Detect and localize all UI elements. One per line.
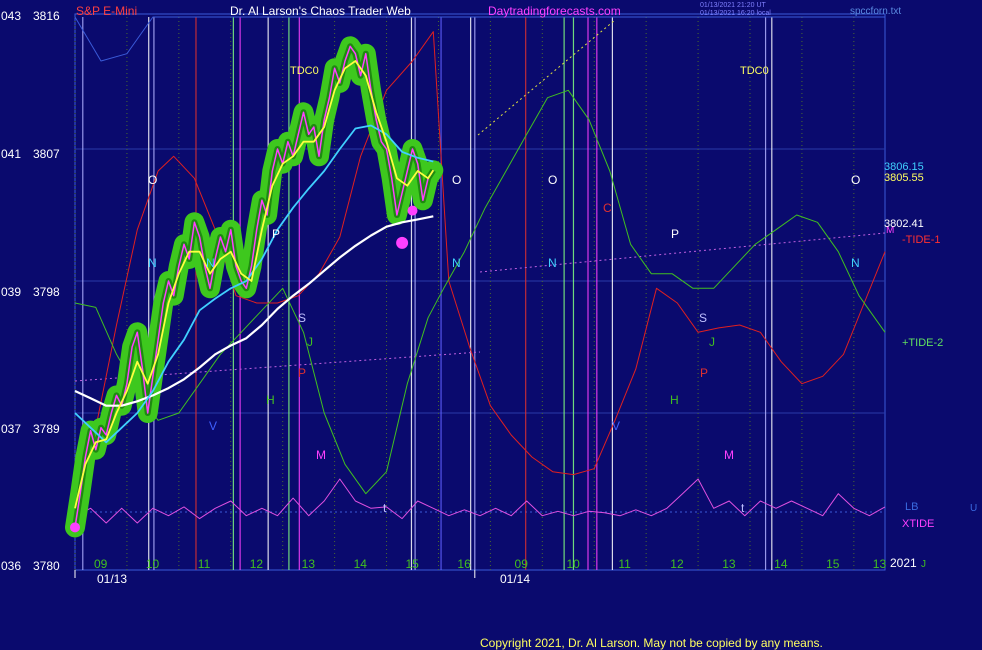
y-code-label: 041	[1, 147, 21, 161]
chart-marker-v: V	[209, 419, 217, 433]
chart-marker-m: M	[724, 448, 734, 462]
chart-marker-n: N	[851, 256, 860, 270]
y-price-label: 3816	[33, 9, 60, 23]
date-label-day2: 01/14	[500, 572, 530, 586]
legend-xtide: XTIDE	[902, 518, 934, 530]
chart-marker-p: P	[671, 227, 679, 241]
chart-marker-n: N	[148, 256, 157, 270]
chart-background	[0, 0, 982, 650]
start-dot	[70, 522, 80, 533]
x-hour-tick: 09	[515, 557, 529, 571]
x-hour-tick: 11	[618, 557, 631, 571]
x-hour-tick: 13	[722, 557, 736, 571]
x-hour-tick: 10	[566, 557, 580, 571]
instrument-label: S&P E-Mini	[76, 4, 137, 18]
timestamp-ut: 01/13/2021 21:20 UT	[700, 2, 766, 9]
chaos-trader-chart: TDC0 TDC0O O O ON N N NNP PP PS SH HJ JM MCV Vt t S&P E…	[0, 0, 982, 650]
chart-marker-n: N	[548, 256, 557, 270]
y-price-label: 3807	[33, 147, 60, 161]
x-hour-tick: 15	[826, 557, 840, 571]
edge-marker-j: J	[921, 559, 926, 570]
chart-marker-h: H	[670, 393, 679, 407]
x-hour-tick: 15	[406, 557, 420, 571]
chart-marker-tdc0: TDC0	[290, 65, 319, 77]
x-hour-tick: 12	[250, 557, 264, 571]
legend-tide2: +TIDE-2	[902, 337, 943, 349]
x-hour-tick: 09	[94, 557, 108, 571]
chart-marker-o: O	[148, 173, 157, 187]
data-file-name: spccforn.txt	[850, 6, 901, 17]
chart-marker-j: J	[709, 335, 715, 349]
pink-dot	[407, 205, 418, 216]
last-price-fast: 3805.55	[884, 172, 924, 184]
y-price-label: 3789	[33, 422, 60, 436]
edge-marker-u: U	[970, 503, 977, 514]
chart-marker-o: O	[452, 173, 461, 187]
chart-marker-p: P	[700, 366, 708, 380]
chart-marker-m: M	[316, 448, 326, 462]
chart-marker-p: P	[272, 227, 280, 241]
x-hour-tick: 13	[873, 557, 887, 571]
chart-marker-p: P	[298, 366, 306, 380]
chart-marker-o: O	[548, 173, 557, 187]
x-hour-tick: 13	[302, 557, 316, 571]
chart-marker-h: H	[266, 393, 275, 407]
x-hour-tick: 14	[354, 557, 368, 571]
last-price-slow: 3802.41	[884, 218, 924, 230]
chart-marker-o: O	[851, 173, 860, 187]
chart-marker-n: N	[206, 256, 215, 270]
chart-marker-c: C	[603, 201, 612, 215]
x-hour-tick: 10	[146, 557, 160, 571]
chart-marker-j: J	[307, 335, 313, 349]
x-hour-tick: 14	[774, 557, 788, 571]
chart-marker-s: S	[298, 311, 306, 325]
chart-marker-v: V	[612, 419, 620, 433]
y-code-label: 043	[1, 9, 21, 23]
y-price-label: 3798	[33, 285, 60, 299]
date-label-day1: 01/13	[97, 572, 127, 586]
year-label: 2021	[890, 556, 917, 570]
y-code-label: 036	[1, 559, 21, 573]
y-code-label: 039	[1, 285, 21, 299]
timestamp-local: 01/13/2021 16:20 local	[700, 10, 771, 17]
x-hour-tick: 16	[457, 557, 471, 571]
chart-title: Dr. Al Larson's Chaos Trader Web	[230, 4, 411, 18]
pink-dot	[396, 236, 409, 249]
chart-marker-tdc0: TDC0	[740, 65, 769, 77]
copyright-notice: Copyright 2021, Dr. Al Larson. May not b…	[480, 636, 823, 650]
y-code-label: 037	[1, 422, 21, 436]
site-link[interactable]: Daytradingforecasts.com	[488, 4, 621, 18]
x-hour-tick: 12	[670, 557, 684, 571]
chart-marker-n: N	[452, 256, 461, 270]
y-price-label: 3780	[33, 559, 60, 573]
chart-marker-s: S	[699, 311, 707, 325]
x-hour-tick: 11	[198, 557, 211, 571]
legend-lb: LB	[905, 501, 918, 513]
legend-tide1: -TIDE-1	[902, 234, 941, 246]
